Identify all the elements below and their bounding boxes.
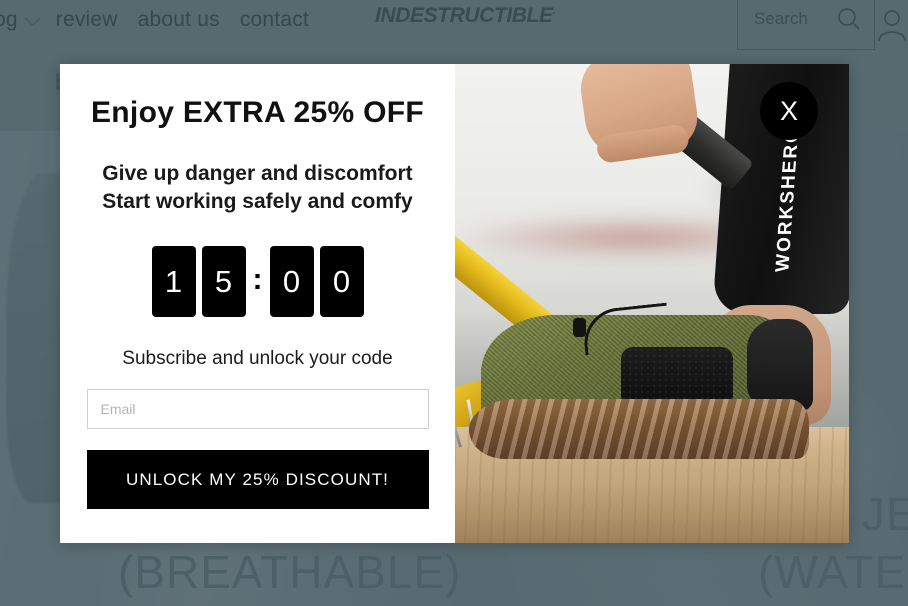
- popup-subheading: Give up danger and discomfort Start work…: [83, 160, 432, 215]
- countdown-seconds-ones: 0: [319, 246, 364, 318]
- popup-subheading-line-2: Start working safely and comfy: [102, 189, 413, 213]
- brand-logo-tm: .: [552, 5, 556, 17]
- screen: (BREATHABLE) JE (WATER og review about u…: [0, 0, 908, 606]
- promo-popup-modal: Enjoy EXTRA 25% OFF Give up danger and d…: [60, 64, 849, 543]
- primary-navigation: og review about us contact: [0, 8, 309, 32]
- nav-item-about-us-label: about us: [137, 8, 220, 31]
- nav-item-contact-label: contact: [239, 8, 309, 31]
- countdown-seconds-tens: 0: [269, 246, 314, 318]
- chevron-down-icon: [24, 10, 41, 26]
- shoe-lace-lock: [573, 318, 586, 337]
- header-top-row: og review about us contact INDESTRUCTIBL…: [0, 0, 908, 53]
- search-icon[interactable]: [836, 6, 862, 32]
- shoe-laces: [580, 302, 672, 356]
- nav-item-blog[interactable]: og: [0, 8, 41, 32]
- popup-heading: Enjoy EXTRA 25% OFF: [91, 96, 424, 129]
- shoe-sole: [469, 399, 809, 459]
- hero-word-je: JE: [862, 488, 908, 540]
- nav-item-about-us[interactable]: about us: [138, 8, 220, 32]
- subscribe-label: Subscribe and unlock your code: [122, 348, 393, 370]
- popup-subheading-line-1: Give up danger and discomfort: [102, 162, 413, 185]
- nav-item-review[interactable]: review: [56, 8, 118, 32]
- countdown-separator: :: [252, 262, 263, 296]
- search-input[interactable]: [754, 9, 836, 29]
- photo-safety-shoe: [461, 302, 813, 459]
- brand-logo-text: INDESTRUCTIBLE: [375, 4, 553, 27]
- brand-logo[interactable]: INDESTRUCTIBLE.: [375, 4, 556, 28]
- email-input[interactable]: [86, 389, 429, 430]
- hero-word-breathable: (BREATHABLE): [118, 546, 462, 598]
- countdown-timer: 1 5 : 0 0: [83, 246, 432, 318]
- popup-content-column: Enjoy EXTRA 25% OFF Give up danger and d…: [60, 64, 455, 543]
- nav-item-contact[interactable]: contact: [240, 8, 309, 32]
- hero-word-water: (WATER: [758, 546, 908, 598]
- user-account-icon[interactable]: [876, 8, 908, 42]
- nav-item-blog-label: og: [0, 8, 18, 31]
- close-icon[interactable]: X: [760, 82, 818, 140]
- nav-item-review-label: review: [55, 8, 118, 31]
- countdown-minutes-tens: 1: [151, 246, 196, 318]
- shoe-side-panel: [621, 347, 733, 407]
- shoe-heel: [747, 319, 813, 411]
- countdown-minutes-ones: 5: [201, 246, 246, 318]
- popup-image-column: WORKSHEROW X: [455, 64, 849, 543]
- search-box[interactable]: [737, 0, 875, 50]
- unlock-discount-button[interactable]: UNLOCK MY 25% DISCOUNT!: [86, 450, 429, 510]
